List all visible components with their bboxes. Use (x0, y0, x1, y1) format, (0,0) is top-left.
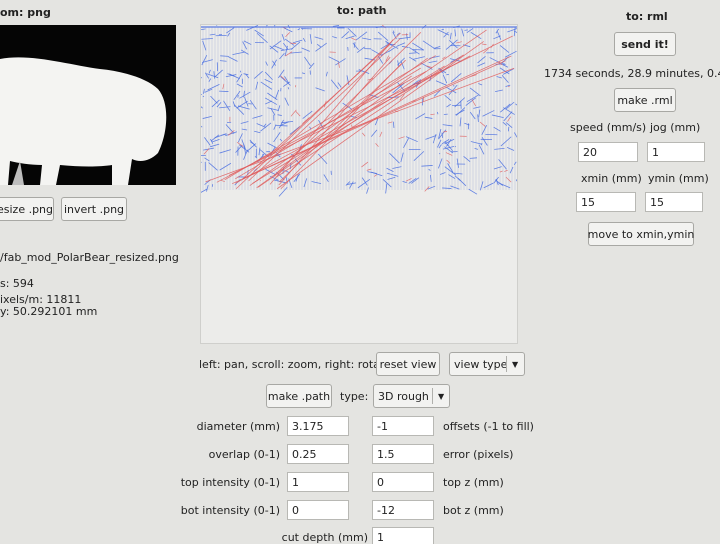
path-type-value: 3D rough (378, 389, 429, 403)
time-estimate: 1734 seconds, 28.9 minutes, 0.48 h (544, 67, 720, 80)
jog-label: jog (mm) (650, 121, 701, 134)
error-input[interactable] (372, 444, 434, 464)
path-type-select[interactable]: 3D rough ▼ (373, 384, 450, 408)
png-preview (0, 25, 176, 185)
to-rml-header: to: rml (626, 10, 668, 23)
resize-png-button[interactable]: esize .png (0, 197, 54, 221)
bot-intensity-label: bot intensity (0-1) (180, 504, 280, 517)
cut-depth-input[interactable] (372, 527, 434, 544)
from-png-header: om: png (0, 6, 51, 19)
invert-png-button[interactable]: invert .png (61, 197, 127, 221)
diameter-label: diameter (mm) (196, 420, 280, 433)
to-path-header: to: path (337, 4, 387, 17)
cut-depth-label: cut depth (mm) (281, 531, 368, 544)
send-it-button[interactable]: send it! (614, 32, 676, 56)
path-preview-canvas[interactable] (200, 24, 518, 344)
png-info-line3: y: 50.292101 mm (0, 305, 98, 318)
view-type-value: view type (454, 357, 508, 371)
speed-label: speed (mm/s) (570, 121, 647, 134)
move-to-origin-button[interactable]: move to xmin,ymin (588, 222, 694, 246)
offsets-input[interactable] (372, 416, 434, 436)
diameter-input[interactable] (287, 416, 349, 436)
ymin-input[interactable] (645, 192, 703, 212)
top-intensity-label: top intensity (0-1) (180, 476, 280, 489)
type-label: type: (340, 390, 369, 403)
ymin-label: ymin (mm) (648, 172, 709, 185)
png-info-line1: s: 594 (0, 277, 34, 290)
overlap-label: overlap (0-1) (208, 448, 280, 461)
jog-input[interactable] (647, 142, 705, 162)
bot-z-label: bot z (mm) (443, 504, 504, 517)
offsets-label: offsets (-1 to fill) (443, 420, 534, 433)
navigation-hint: left: pan, scroll: zoom, right: rotate (199, 358, 391, 371)
make-path-button[interactable]: make .path (266, 384, 332, 408)
png-filename: /fab_mod_PolarBear_resized.png (0, 251, 179, 264)
polar-bear-image (0, 57, 167, 185)
toolpath-render (201, 25, 517, 197)
overlap-input[interactable] (287, 444, 349, 464)
error-label: error (pixels) (443, 448, 514, 461)
xmin-input[interactable] (576, 192, 636, 212)
top-z-input[interactable] (372, 472, 434, 492)
chevron-down-icon: ▼ (438, 392, 445, 401)
bot-intensity-input[interactable] (287, 500, 349, 520)
speed-input[interactable] (578, 142, 638, 162)
top-intensity-input[interactable] (287, 472, 349, 492)
view-type-select[interactable]: view type ▼ (449, 352, 525, 376)
make-rml-button[interactable]: make .rml (614, 88, 676, 112)
reset-view-button[interactable]: reset view (376, 352, 440, 376)
xmin-label: xmin (mm) (581, 172, 642, 185)
top-z-label: top z (mm) (443, 476, 504, 489)
bot-z-input[interactable] (372, 500, 434, 520)
chevron-down-icon: ▼ (512, 360, 519, 369)
